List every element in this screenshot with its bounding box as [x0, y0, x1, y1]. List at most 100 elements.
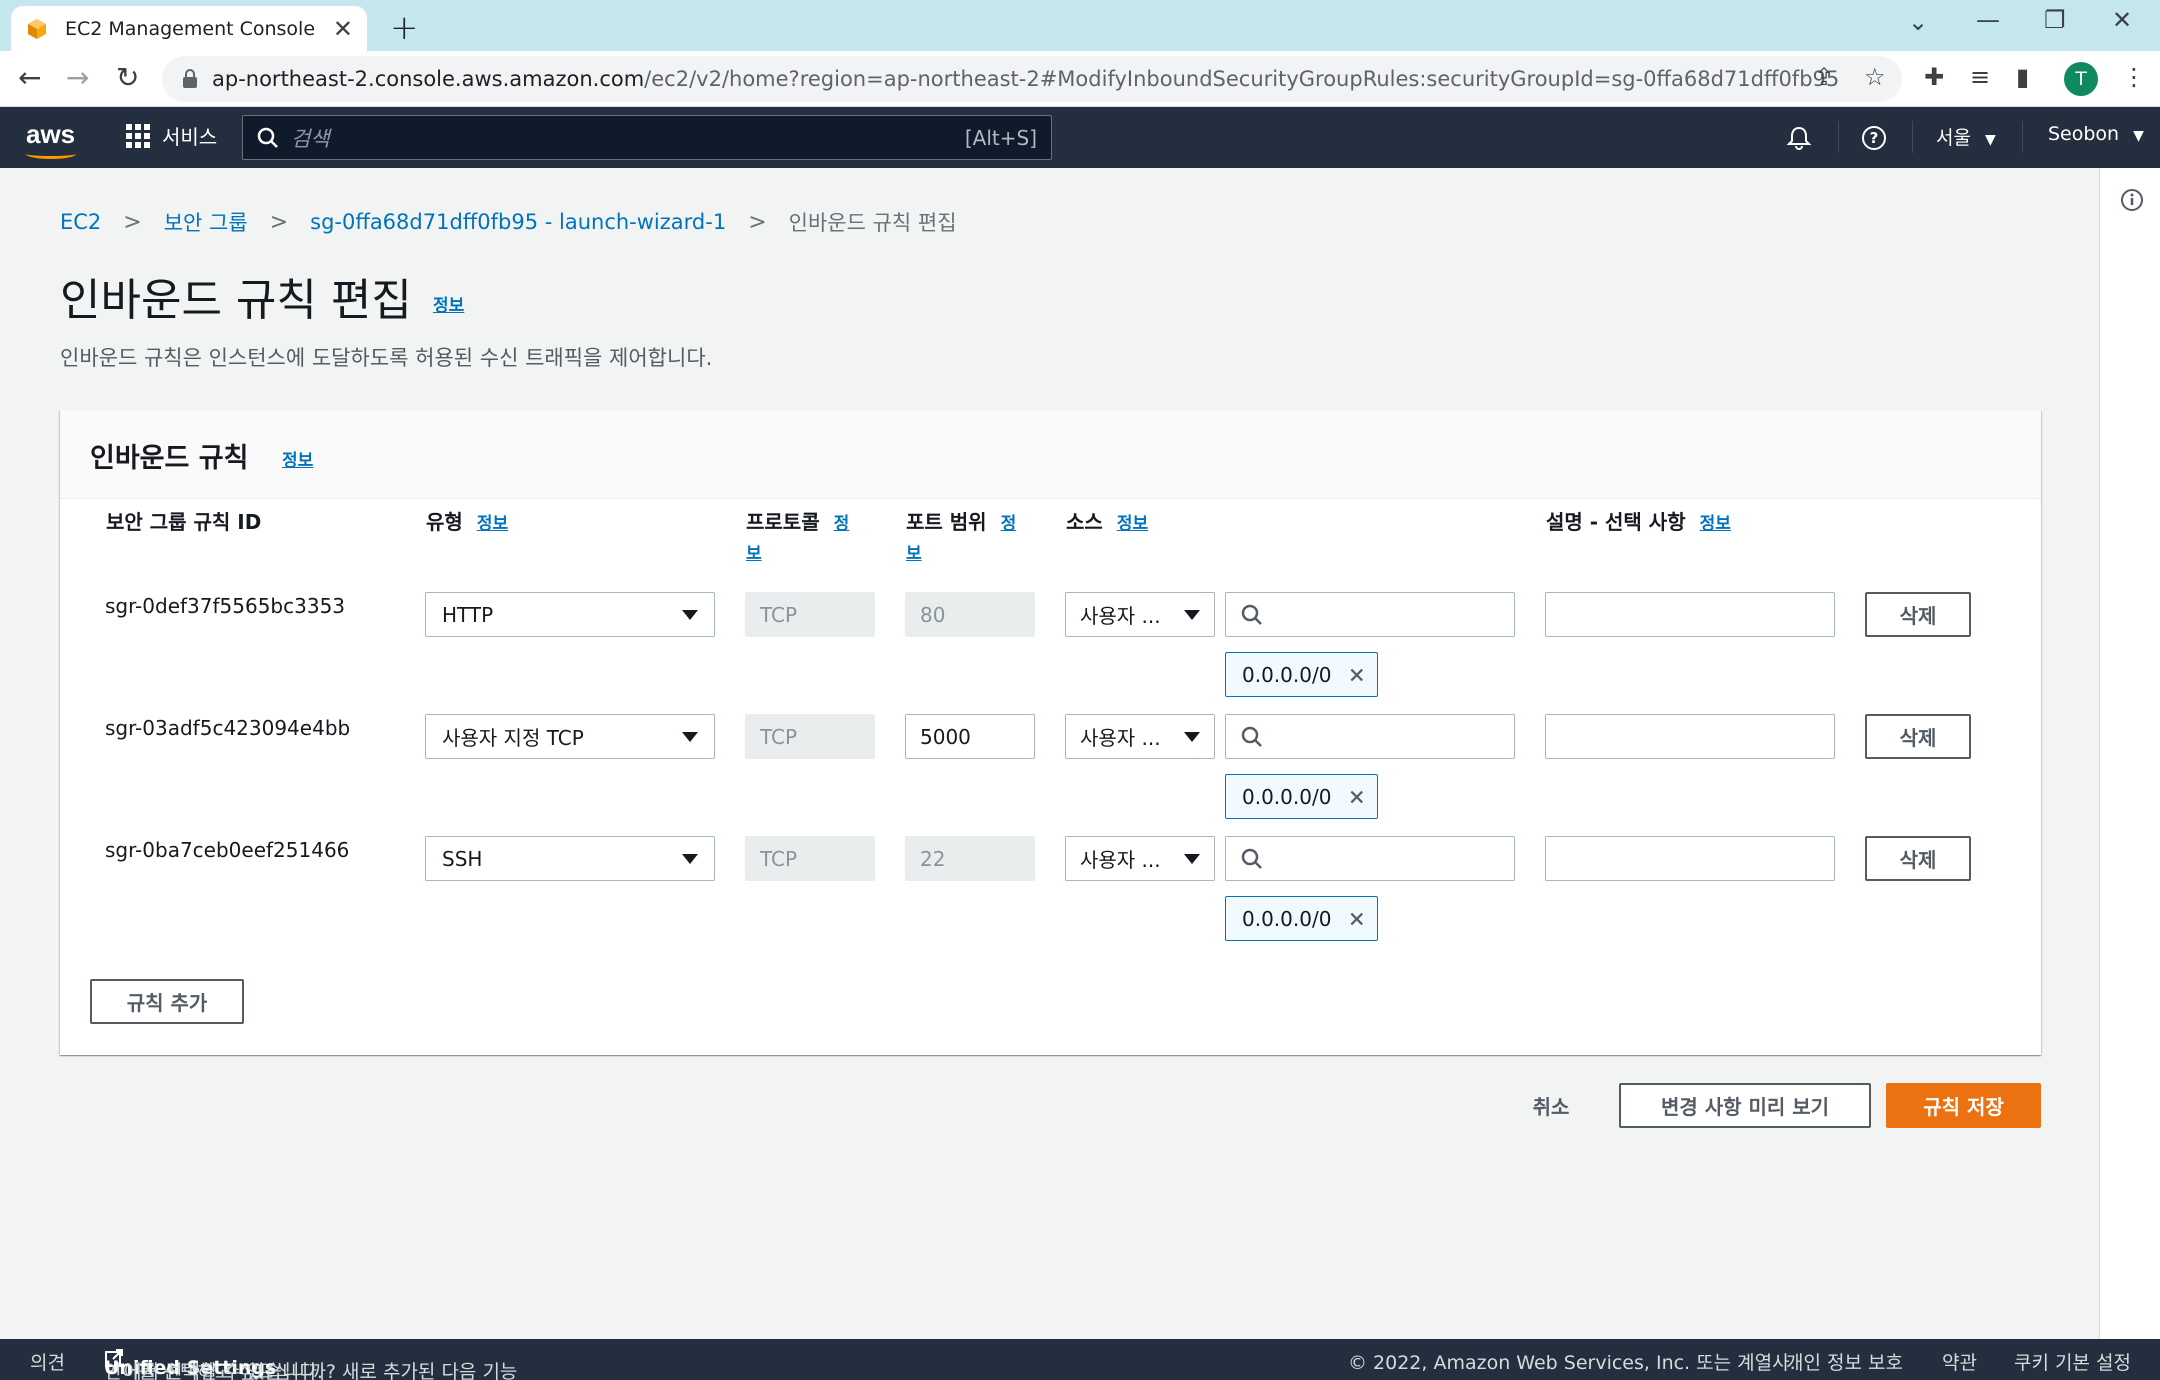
col-header-port: 포트 범위 정 보	[906, 508, 1056, 568]
minimize-icon[interactable]: —	[1976, 6, 2000, 34]
protocol-field: TCP	[745, 836, 875, 881]
port-info-link[interactable]: 정	[1001, 514, 1017, 534]
caret-down-icon	[1184, 731, 1200, 742]
info-icon[interactable]	[2120, 188, 2144, 212]
port-range-field: 80	[905, 592, 1035, 637]
breadcrumb: EC2 > 보안 그룹 > sg-0ffa68d71dff0fb95 - lau…	[60, 207, 957, 237]
remove-token-icon[interactable]	[1349, 909, 1365, 929]
cidr-value: 0.0.0.0/0	[1242, 784, 1332, 809]
grid-icon	[126, 123, 150, 148]
description-info-link[interactable]: 정보	[1700, 514, 1731, 534]
help-icon[interactable]: ?	[1861, 125, 1887, 151]
notifications-bell-icon[interactable]	[1786, 125, 1812, 151]
source-type-select[interactable]: 사용자 ...	[1065, 714, 1215, 759]
page-title: 인바운드 규칙 편집	[60, 275, 412, 326]
chevron-right-icon: >	[269, 209, 289, 235]
cidr-value: 0.0.0.0/0	[1242, 662, 1332, 687]
port-range-field: 22	[905, 836, 1035, 881]
new-tab-icon[interactable]: +	[390, 8, 419, 48]
profile-avatar[interactable]: T	[2064, 62, 2098, 96]
type-select[interactable]: 사용자 지정 TCP	[425, 714, 715, 759]
protocol-field: TCP	[745, 714, 875, 759]
reload-icon[interactable]: ↻	[116, 61, 139, 94]
source-info-link[interactable]: 정보	[1117, 514, 1148, 534]
forward-icon[interactable]: →	[66, 61, 89, 94]
browser-menu-icon[interactable]: ⋮	[2122, 63, 2146, 91]
source-type-select[interactable]: 사용자 ...	[1065, 836, 1215, 881]
description-input[interactable]	[1545, 592, 1835, 637]
bookmark-star-icon[interactable]: ☆	[1864, 63, 1886, 91]
back-icon[interactable]: ←	[18, 61, 41, 94]
preview-changes-button[interactable]: 변경 사항 미리 보기	[1619, 1083, 1871, 1128]
delete-rule-button[interactable]: 삭제	[1865, 836, 1971, 881]
delete-rule-button[interactable]: 삭제	[1865, 592, 1971, 637]
region-label: 서울	[1936, 127, 1971, 149]
description-input[interactable]	[1545, 836, 1835, 881]
type-select[interactable]: SSH	[425, 836, 715, 881]
protocol-info-link[interactable]: 정	[834, 514, 850, 534]
cancel-button[interactable]: 취소	[1512, 1083, 1590, 1128]
protocol-value: TCP	[760, 602, 798, 627]
remove-token-icon[interactable]	[1349, 787, 1365, 807]
panel-title: 인바운드 규칙	[90, 443, 249, 474]
side-panel-icon[interactable]: ▮	[2016, 63, 2029, 91]
source-cidr-search-input[interactable]	[1225, 836, 1515, 881]
account-menu[interactable]: Seobon ▼	[2048, 123, 2144, 145]
breadcrumb-ec2[interactable]: EC2	[60, 210, 101, 234]
close-tab-icon[interactable]: ✕	[333, 15, 353, 43]
description-input[interactable]	[1545, 714, 1835, 759]
type-value: SSH	[442, 846, 483, 871]
type-value: 사용자 지정 TCP	[442, 726, 584, 750]
aws-logo[interactable]: aws	[26, 119, 76, 159]
col-header-description: 설명 - 선택 사항 정보	[1546, 508, 1731, 538]
caret-down-icon	[682, 853, 698, 864]
window-close-icon[interactable]: ✕	[2112, 6, 2132, 34]
delete-rule-button[interactable]: 삭제	[1865, 714, 1971, 759]
source-type-select[interactable]: 사용자 ...	[1065, 592, 1215, 637]
restore-icon[interactable]: ❐	[2044, 6, 2066, 34]
terms-link[interactable]: 약관	[1942, 1348, 1977, 1375]
extensions-icon[interactable]: ✚	[1924, 63, 1944, 91]
port-info-link-cont[interactable]: 보	[906, 544, 922, 564]
add-rule-button[interactable]: 규칙 추가	[90, 979, 244, 1024]
browser-tab[interactable]: EC2 Management Console ✕	[11, 6, 367, 51]
breadcrumb-current: 인바운드 규칙 편집	[788, 211, 957, 235]
footer: 의견 언어를 선택하고 싶으십니까? 새로 추가된 다음 기능 Unified S…	[0, 1339, 2160, 1380]
page-info-link[interactable]: 정보	[433, 291, 464, 316]
region-selector[interactable]: 서울 ▼	[1936, 123, 1996, 150]
source-cidr-search-input[interactable]	[1225, 714, 1515, 759]
cookie-preferences-link[interactable]: 쿠키 기본 설정	[2014, 1348, 2131, 1375]
port-value: 22	[920, 846, 946, 871]
port-range-input[interactable]: 5000	[905, 714, 1035, 759]
url-host: ap-northeast-2.console.aws.amazon.com	[212, 67, 645, 91]
panel-header: 인바운드 규칙 정보	[60, 410, 2041, 499]
url-field[interactable]: ap-northeast-2.console.aws.amazon.com/ec…	[162, 56, 1902, 102]
lock-icon	[183, 69, 197, 88]
caret-down-icon: ▼	[1985, 132, 1996, 148]
media-icon[interactable]: ≡	[1970, 63, 1990, 91]
privacy-link[interactable]: 개인 정보 보호	[1786, 1348, 1903, 1375]
tab-search-chevron-icon[interactable]: ⌄	[1908, 8, 1928, 36]
aws-smile-icon	[26, 149, 76, 159]
source-cidr-search-input[interactable]	[1225, 592, 1515, 637]
col-protocol-label: 프로토콜	[746, 510, 820, 534]
type-info-link[interactable]: 정보	[477, 514, 508, 534]
port-value: 80	[920, 602, 946, 627]
panel-info-link[interactable]: 정보	[282, 446, 313, 471]
services-menu[interactable]: 서비스	[126, 121, 217, 150]
breadcrumb-security-groups[interactable]: 보안 그룹	[164, 207, 248, 237]
protocol-field: TCP	[745, 592, 875, 637]
caret-down-icon	[1184, 853, 1200, 864]
search-icon	[257, 127, 278, 148]
save-rules-button[interactable]: 규칙 저장	[1886, 1083, 2041, 1128]
protocol-info-link-cont[interactable]: 보	[746, 544, 762, 564]
chevron-right-icon: >	[123, 209, 142, 235]
aws-search-input[interactable]: 검색 [Alt+S]	[242, 115, 1052, 160]
rule-id: sgr-0ba7ceb0eef251466	[105, 838, 350, 862]
remove-token-icon[interactable]	[1349, 665, 1365, 685]
feedback-link[interactable]: 의견	[30, 1348, 65, 1375]
type-select[interactable]: HTTP	[425, 592, 715, 637]
breadcrumb-security-group[interactable]: sg-0ffa68d71dff0fb95 - launch-wizard-1	[310, 210, 726, 234]
share-icon[interactable]: ⇪	[1814, 63, 1834, 91]
col-header-rule-id: 보안 그룹 규칙 ID	[106, 508, 261, 536]
